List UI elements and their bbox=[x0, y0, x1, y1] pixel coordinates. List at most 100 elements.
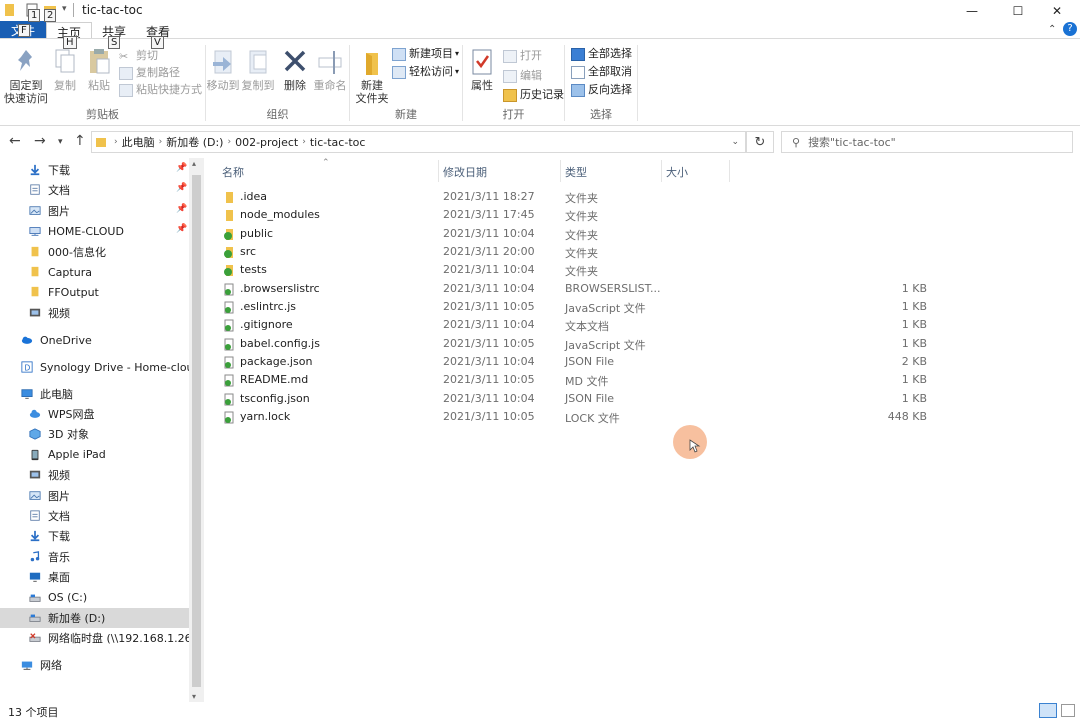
file-row[interactable]: .gitignore 2021/3/11 10:04 文本文档 1 KB bbox=[218, 316, 938, 334]
select-all-button[interactable]: 全部选择 bbox=[571, 47, 632, 61]
breadcrumb-separator-icon: › bbox=[302, 137, 306, 147]
history-button[interactable]: 历史记录 bbox=[503, 88, 564, 102]
nav-item[interactable]: 图片 bbox=[0, 486, 189, 506]
new-item-button[interactable]: 新建项目 ▾ bbox=[392, 47, 459, 61]
file-row[interactable]: tsconfig.json 2021/3/11 10:04 JSON File 1 K… bbox=[218, 390, 938, 408]
file-row[interactable]: package.json 2021/3/11 10:04 JSON File 2 KB bbox=[218, 353, 938, 371]
invert-selection-button[interactable]: 反向选择 bbox=[571, 83, 632, 97]
file-row[interactable]: yarn.lock 2021/3/11 10:05 LOCK 文件 448 KB bbox=[218, 408, 938, 426]
column-header-type[interactable]: 类型 bbox=[565, 164, 587, 180]
copy-to-button[interactable]: 复制到 bbox=[240, 47, 276, 92]
qat-dropdown-icon[interactable]: ▾ bbox=[62, 4, 67, 14]
file-row[interactable]: babel.config.js 2021/3/11 10:05 JavaScript… bbox=[218, 335, 938, 353]
copy-path-button[interactable]: 复制路径 bbox=[119, 66, 180, 80]
address-bar[interactable]: › 此电脑 › 新加卷 (D:) › 002-project › tic-tac… bbox=[91, 131, 746, 153]
scroll-down-icon[interactable]: ▾ bbox=[192, 692, 196, 701]
easy-access-button[interactable]: 轻松访问 ▾ bbox=[392, 65, 459, 79]
nav-item[interactable]: Captura bbox=[0, 262, 189, 282]
nav-synology[interactable]: D Synology Drive - Home-cloud bbox=[0, 357, 201, 377]
nav-this-pc[interactable]: 此电脑 bbox=[0, 384, 189, 404]
file-row[interactable]: .eslintrc.js 2021/3/11 10:05 JavaScript 文件… bbox=[218, 298, 938, 316]
column-header-name[interactable]: 名称 bbox=[222, 164, 244, 180]
open-button[interactable]: 打开 bbox=[503, 49, 542, 63]
details-view-icon[interactable] bbox=[1039, 703, 1057, 718]
mouse-pointer-icon bbox=[689, 439, 701, 453]
music-icon bbox=[30, 550, 40, 562]
column-divider[interactable] bbox=[729, 160, 730, 182]
properties-button[interactable]: 属性 bbox=[467, 47, 497, 92]
pin-icon[interactable]: 📌 bbox=[176, 204, 187, 214]
file-row[interactable]: README.md 2021/3/11 10:05 MD 文件 1 KB bbox=[218, 371, 938, 389]
column-divider[interactable] bbox=[438, 160, 439, 182]
copy-button[interactable]: 复制 bbox=[50, 47, 80, 92]
nav-network[interactable]: 网络 bbox=[0, 655, 189, 675]
nav-onedrive[interactable]: OneDrive bbox=[0, 330, 189, 350]
breadcrumb-project[interactable]: 002-project bbox=[235, 136, 298, 149]
move-to-button[interactable]: 移动到 bbox=[206, 47, 240, 92]
file-row[interactable]: .idea 2021/3/11 18:27 文件夹 bbox=[218, 188, 938, 206]
file-name: yarn.lock bbox=[240, 409, 291, 423]
nav-item[interactable]: FFOutput bbox=[0, 282, 189, 302]
address-dropdown-icon[interactable]: ⌄ bbox=[731, 137, 739, 147]
minimize-button[interactable]: — bbox=[949, 0, 995, 22]
pin-icon[interactable]: 📌 bbox=[176, 163, 187, 173]
forward-arrow-icon[interactable]: → bbox=[34, 133, 46, 149]
breadcrumb-this-pc[interactable]: 此电脑 bbox=[122, 134, 155, 150]
nav-item[interactable]: 桌面 bbox=[0, 567, 189, 587]
pin-icon[interactable]: 📌 bbox=[176, 224, 187, 234]
nav-item[interactable]: 000-信息化 bbox=[0, 242, 189, 262]
column-header-date[interactable]: 修改日期 bbox=[443, 164, 487, 180]
nav-item[interactable]: 下载 bbox=[0, 526, 189, 546]
nav-item-label: 网络临时盘 (\\192.168.1.26) (Y: bbox=[48, 632, 204, 646]
nav-item[interactable]: OS (C:) bbox=[0, 588, 189, 608]
new-folder-button[interactable]: 新建 文件夹 bbox=[354, 47, 390, 105]
up-arrow-icon[interactable]: ↑ bbox=[74, 133, 86, 149]
column-divider[interactable] bbox=[661, 160, 662, 182]
select-none-button[interactable]: 全部取消 bbox=[571, 65, 632, 79]
recent-locations-icon[interactable]: ▾ bbox=[58, 137, 63, 147]
refresh-button[interactable]: ↻ bbox=[746, 131, 774, 153]
nav-item[interactable]: 视频 bbox=[0, 303, 189, 323]
pin-icon[interactable]: 📌 bbox=[176, 183, 187, 193]
close-button[interactable]: ✕ bbox=[1034, 0, 1080, 22]
large-icons-view-icon[interactable] bbox=[1061, 704, 1075, 717]
search-box[interactable]: ⚲ 搜索"tic-tac-toc" bbox=[781, 131, 1073, 153]
breadcrumb-current[interactable]: tic-tac-toc bbox=[310, 136, 366, 149]
cut-button[interactable]: ✂ 剪切 bbox=[119, 49, 158, 63]
scroll-up-icon[interactable]: ▴ bbox=[192, 159, 196, 168]
paste-shortcut-button[interactable]: 粘贴快捷方式 bbox=[119, 83, 202, 97]
file-row[interactable]: public 2021/3/11 10:04 文件夹 bbox=[218, 225, 938, 243]
nav-item[interactable]: 音乐 bbox=[0, 547, 189, 567]
nav-item[interactable]: 网络临时盘 (\\192.168.1.26) (Y: bbox=[0, 628, 204, 648]
nav-item[interactable]: Apple iPad bbox=[0, 445, 189, 465]
back-arrow-icon[interactable]: ← bbox=[9, 133, 21, 149]
pin-quick-access-button[interactable]: 固定到 快速访问 bbox=[4, 47, 48, 105]
nav-item[interactable]: 下载 📌 bbox=[0, 160, 189, 180]
file-name: babel.config.js bbox=[240, 336, 320, 350]
file-row[interactable]: tests 2021/3/11 10:04 文件夹 bbox=[218, 261, 938, 279]
nav-item[interactable]: 图片 📌 bbox=[0, 201, 189, 221]
edit-button[interactable]: 编辑 bbox=[503, 69, 542, 83]
file-row[interactable]: node_modules 2021/3/11 17:45 文件夹 bbox=[218, 206, 938, 224]
nav-item[interactable]: WPS网盘 bbox=[0, 404, 189, 424]
collapse-ribbon-icon[interactable]: ⌃ bbox=[1048, 24, 1056, 35]
paste-button[interactable]: 粘贴 bbox=[84, 47, 114, 92]
file-row[interactable]: .browserslistrc 2021/3/11 10:04 BROWSERSLI… bbox=[218, 280, 938, 298]
nav-item[interactable]: 文档 📌 bbox=[0, 180, 189, 200]
file-date: 2021/3/11 10:04 bbox=[443, 263, 535, 277]
nav-item[interactable]: HOME-CLOUD 📌 bbox=[0, 221, 189, 241]
column-header-size[interactable]: 大小 bbox=[666, 164, 688, 180]
nav-scrollbar-thumb[interactable] bbox=[192, 175, 201, 687]
easy-access-icon bbox=[392, 65, 406, 79]
nav-item[interactable]: 文档 bbox=[0, 506, 189, 526]
rename-button[interactable]: 重命名 bbox=[312, 47, 348, 92]
nav-item[interactable]: 3D 对象 bbox=[0, 424, 189, 444]
breadcrumb-drive-d[interactable]: 新加卷 (D:) bbox=[166, 134, 223, 150]
column-divider[interactable] bbox=[560, 160, 561, 182]
delete-button[interactable]: 删除 bbox=[280, 47, 310, 92]
nav-item[interactable]: 新加卷 (D:) bbox=[0, 608, 189, 628]
help-icon[interactable]: ? bbox=[1063, 22, 1077, 36]
nav-item[interactable]: 视频 bbox=[0, 465, 189, 485]
file-date: 2021/3/11 18:27 bbox=[443, 190, 535, 203]
file-row[interactable]: src 2021/3/11 20:00 文件夹 bbox=[218, 243, 938, 261]
